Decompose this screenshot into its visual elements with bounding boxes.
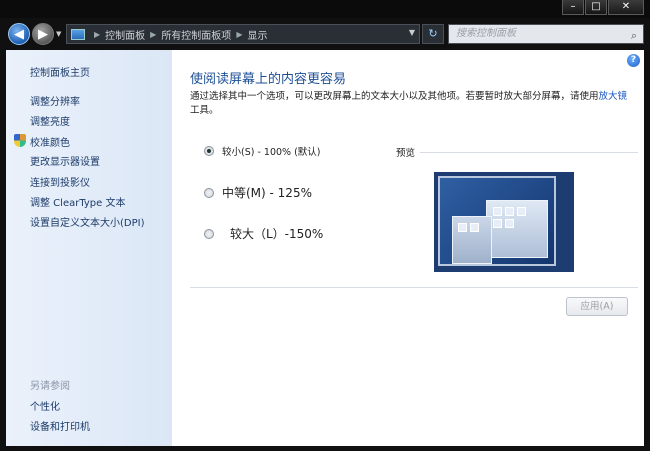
preview-label: 预览 (396, 148, 416, 159)
control-panel-icon (71, 28, 85, 40)
preview-tile (505, 219, 514, 228)
sidebar-item-resolution[interactable]: 调整分辨率 (30, 93, 80, 108)
forward-arrow-icon[interactable]: ▶ (32, 23, 54, 45)
bottom-divider (190, 287, 638, 288)
option-label: 较大（L）-150% (230, 227, 324, 241)
navigation-bar: ◀ ▶ ▼ ▶ 控制面板 ▶ 所有控制面板项 ▶ 显示 ▼ ↻ 搜索控制面板 ⌕ (0, 20, 650, 48)
option-smaller[interactable]: 较小(S) - 100% (默认) (204, 144, 321, 158)
sidebar-item-cleartype[interactable]: 调整 ClearType 文本 (30, 194, 125, 209)
address-dropdown-icon[interactable]: ▼ (409, 28, 415, 37)
preview-tile (493, 207, 502, 216)
preview-tile (493, 219, 502, 228)
title-bar: – □ ✕ (0, 0, 650, 18)
page-title: 使阅读屏幕上的内容更容易 (190, 72, 347, 87)
shield-icon (14, 134, 26, 147)
minimize-button[interactable]: – (562, 0, 584, 15)
radio-button[interactable] (204, 187, 214, 198)
preview-window-back (486, 200, 548, 258)
window-controls: – □ ✕ (561, 0, 644, 15)
option-larger[interactable]: 较大（L）-150% (204, 225, 323, 242)
preview-divider (420, 152, 638, 153)
magnifier-link[interactable]: 放大镜 (599, 91, 628, 102)
see-also-heading: 另请参阅 (30, 381, 70, 392)
content-area: 控制面板主页 调整分辨率 调整亮度 校准颜色 更改显示器设置 连接到投影仪 调整… (6, 50, 644, 446)
task-pane: 控制面板主页 调整分辨率 调整亮度 校准颜色 更改显示器设置 连接到投影仪 调整… (6, 50, 172, 446)
sidebar-item-projector[interactable]: 连接到投影仪 (30, 174, 90, 189)
sidebar-home-link[interactable]: 控制面板主页 (30, 64, 90, 79)
sidebar-item-calibrate-color[interactable]: 校准颜色 (30, 134, 70, 149)
main-panel: ? 使阅读屏幕上的内容更容易 通过选择其中一个选项，可以更改屏幕上的文本大小以及… (172, 50, 644, 446)
apply-button[interactable]: 应用(A) (566, 297, 628, 316)
preview-tile (517, 207, 526, 216)
radio-button[interactable] (204, 146, 214, 156)
back-arrow-icon[interactable]: ◀ (8, 23, 30, 45)
preview-tile (470, 223, 479, 232)
breadcrumb-control-panel[interactable]: 控制面板 (105, 27, 145, 42)
search-input[interactable]: 搜索控制面板 ⌕ (448, 24, 644, 44)
sidebar-item-custom-dpi[interactable]: 设置自定义文本大小(DPI) (30, 214, 144, 229)
preview-window-front (452, 216, 492, 264)
search-placeholder: 搜索控制面板 (456, 28, 516, 39)
preview-screen (438, 176, 556, 266)
sidebar-item-devices-printers[interactable]: 设备和打印机 (30, 418, 90, 433)
description-end: 工具。 (190, 105, 219, 116)
search-icon[interactable]: ⌕ (631, 27, 637, 45)
radio-button[interactable] (204, 228, 214, 239)
breadcrumb-separator[interactable]: ▶ (236, 30, 242, 39)
sidebar-item-personalize[interactable]: 个性化 (30, 398, 60, 413)
preview-tile (458, 223, 467, 232)
breadcrumb-separator[interactable]: ▶ (94, 30, 100, 39)
breadcrumb-display[interactable]: 显示 (247, 27, 267, 42)
close-button[interactable]: ✕ (608, 0, 644, 15)
option-label: 较小(S) - 100% (默认) (222, 147, 321, 158)
sidebar-item-brightness[interactable]: 调整亮度 (30, 113, 70, 128)
help-icon[interactable]: ? (627, 54, 640, 67)
option-label: 中等(M) - 125% (222, 186, 312, 200)
address-bar[interactable]: ▶ 控制面板 ▶ 所有控制面板项 ▶ 显示 ▼ (66, 24, 420, 44)
recent-pages-dropdown-icon[interactable]: ▼ (56, 30, 61, 38)
control-panel-window: – □ ✕ ◀ ▶ ▼ ▶ 控制面板 ▶ 所有控制面板项 ▶ 显示 ▼ ↻ 搜索… (0, 0, 650, 451)
option-medium[interactable]: 中等(M) - 125% (204, 184, 312, 201)
preview-image (434, 172, 574, 272)
preview-tile (505, 207, 514, 216)
refresh-icon[interactable]: ↻ (422, 24, 444, 44)
breadcrumb-separator[interactable]: ▶ (150, 30, 156, 39)
breadcrumb-all-items[interactable]: 所有控制面板项 (161, 27, 231, 42)
sidebar-item-monitor-settings[interactable]: 更改显示器设置 (30, 153, 100, 168)
description-text: 通过选择其中一个选项，可以更改屏幕上的文本大小以及其他项。若要暂时放大部分屏幕，… (190, 91, 599, 102)
maximize-button[interactable]: □ (585, 0, 607, 15)
page-description: 通过选择其中一个选项，可以更改屏幕上的文本大小以及其他项。若要暂时放大部分屏幕，… (190, 90, 630, 118)
